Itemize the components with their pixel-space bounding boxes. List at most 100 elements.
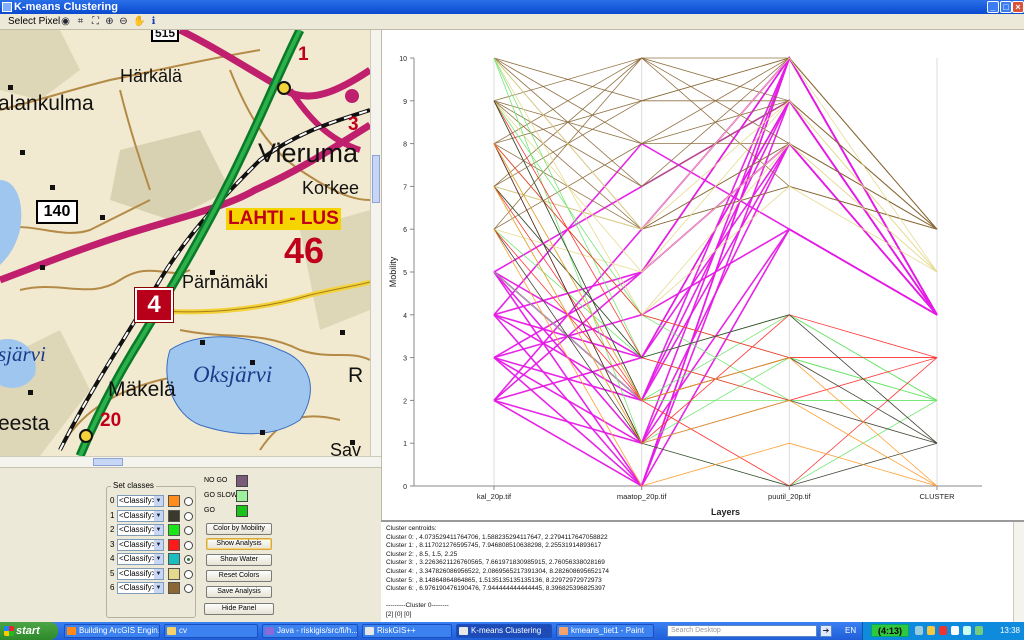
select-pixel-tool[interactable]: Select Pixel: [8, 16, 60, 27]
class-color-swatch[interactable]: [168, 538, 180, 551]
chart-series-line: [493, 228, 938, 401]
output-line: Cluster 2: , 8.5, 1.5, 2.25: [386, 550, 458, 558]
show-water-button[interactable]: Show Water: [206, 554, 272, 566]
class-color-swatch[interactable]: [168, 567, 180, 580]
taskbar-item[interactable]: Building ArcGIS Engin...: [64, 624, 160, 638]
class-color-swatch[interactable]: [168, 553, 180, 565]
control-panel: Set classes 0 <Classify> ▼ 1 <Classify> ▼ 2 <Cl…: [0, 467, 381, 622]
class-radio[interactable]: [184, 540, 193, 550]
chevron-down-icon[interactable]: ▼: [154, 510, 163, 521]
taskbar-item[interactable]: K-means Clustering: [456, 624, 552, 638]
tray-display-icon[interactable]: [963, 626, 971, 635]
class-select[interactable]: <Classify> ▼: [117, 509, 164, 522]
taskbar-item[interactable]: kmeans_tiet1 - Paint: [556, 624, 654, 638]
class-select-value: <Classify>: [119, 568, 157, 578]
output-vertical-scrollbar[interactable]: [1013, 522, 1024, 622]
map-vscroll-thumb[interactable]: [372, 155, 380, 203]
globe-icon[interactable]: ◉: [60, 16, 71, 27]
chevron-down-icon[interactable]: ▼: [154, 539, 163, 550]
output-line: [2] [0] [0]: [386, 611, 412, 618]
chart-y-tick-label: 8: [403, 142, 407, 149]
chevron-down-icon[interactable]: ▼: [154, 568, 163, 579]
tray-counter-badge[interactable]: (4:13): [871, 624, 909, 637]
chevron-down-icon[interactable]: ▼: [154, 525, 163, 535]
color-by-mobility-button[interactable]: Color by Mobility: [206, 523, 272, 535]
zoom-in-icon[interactable]: ⊕: [104, 16, 115, 27]
chart-y-tick-label: 5: [403, 270, 407, 277]
map-vertical-scrollbar[interactable]: [370, 30, 381, 456]
class-select-value: <Classify>: [119, 539, 157, 549]
search-go-icon[interactable]: ➔: [820, 625, 832, 637]
start-button[interactable]: start: [0, 622, 58, 640]
legend-swatch-go-slow[interactable]: [236, 490, 248, 502]
chevron-down-icon[interactable]: ▼: [154, 496, 163, 506]
language-indicator[interactable]: EN: [845, 626, 856, 635]
class-radio[interactable]: [184, 584, 193, 593]
tray-antivirus-icon[interactable]: [939, 626, 947, 635]
map-label-harkala: Härkälä: [120, 66, 183, 86]
tray-shield-icon[interactable]: [927, 626, 935, 635]
zoom-out-icon[interactable]: ⊖: [118, 16, 129, 27]
class-number: 5: [110, 568, 115, 578]
class-select[interactable]: <Classify> ▼: [117, 567, 164, 580]
output-text-area[interactable]: Cluster centroids: Cluster 0: , 4.0735294…: [381, 520, 1024, 622]
map-label-lahti: LAHTI - LUS: [226, 208, 341, 230]
map-label-oksjarvi: Oksjärvi: [193, 362, 273, 387]
chart-x-tick-label: puutil_20p.tif: [768, 492, 811, 501]
map-label-515: 515: [151, 30, 180, 42]
chart-y-tick-label: 0: [403, 484, 407, 491]
minimize-button[interactable]: _: [987, 1, 999, 13]
class-color-swatch[interactable]: [168, 582, 180, 594]
class-select[interactable]: <Classify> ▼: [117, 553, 164, 565]
class-color-swatch[interactable]: [168, 495, 180, 507]
full-extent-icon[interactable]: ⌗: [75, 16, 86, 27]
class-number: 3: [110, 539, 115, 549]
maximize-button[interactable]: □: [1000, 1, 1012, 13]
taskbar-item[interactable]: Java - riskigis/src/fi/h...: [262, 624, 358, 638]
output-line: Cluster 0: , 4.07352941176470​6, 1.58823…: [386, 533, 608, 541]
class-select[interactable]: <Classify> ▼: [117, 582, 164, 594]
reset-colors-button[interactable]: Reset Colors: [206, 570, 272, 582]
taskbar-item[interactable]: RiskGIS++: [362, 624, 452, 638]
close-button[interactable]: ×: [1012, 1, 1024, 13]
info-icon[interactable]: ℹ: [148, 16, 159, 27]
fixed-zoom-icon[interactable]: ⛶: [90, 16, 101, 27]
class-radio[interactable]: [184, 511, 193, 521]
class-select[interactable]: <Classify> ▼: [117, 524, 164, 536]
class-row: 4 <Classify> ▼: [107, 553, 197, 566]
map-horizontal-scrollbar[interactable]: [0, 456, 381, 467]
output-line: Cluster 3: , 3.2263621126760565, 7.66197…: [386, 559, 605, 567]
map-hscroll-thumb[interactable]: [93, 458, 123, 466]
class-radio[interactable]: [184, 555, 193, 564]
show-analysis-button[interactable]: Show Analysis: [206, 538, 272, 550]
window-title: K-means Clustering: [14, 1, 118, 13]
class-radio[interactable]: [184, 526, 193, 535]
search-desktop-input[interactable]: Search Desktop: [667, 625, 817, 637]
tray-network-icon[interactable]: [915, 626, 923, 635]
legend-label-go-slow: GO SLOW: [204, 492, 238, 499]
class-select[interactable]: <Classify> ▼: [117, 538, 164, 551]
tray-update-icon[interactable]: [975, 626, 983, 635]
class-color-swatch[interactable]: [168, 524, 180, 536]
legend-swatch-go[interactable]: [236, 505, 248, 517]
hide-panel-button[interactable]: Hide Panel: [204, 603, 274, 615]
tray-volume-icon[interactable]: [951, 626, 959, 635]
chevron-down-icon[interactable]: ▼: [154, 583, 163, 593]
class-select-value: <Classify>: [119, 554, 157, 563]
parallel-coordinates-chart: 0 1 2 3 4 5 6 7 8 9 10 kal_20p.tif maatop_20p.tif pu…: [388, 56, 982, 517]
map-view[interactable]: 515 Härkälä alankulma Vieruma Korkee LAH…: [0, 30, 370, 456]
chevron-down-icon[interactable]: ▼: [154, 554, 163, 564]
class-radio[interactable]: [184, 497, 193, 506]
taskbar-item[interactable]: cv: [164, 624, 258, 638]
class-color-swatch[interactable]: [168, 509, 180, 522]
legend-swatch-no-go[interactable]: [236, 475, 248, 487]
chart-x-axis-label: Layers: [711, 507, 740, 517]
class-radio[interactable]: [184, 569, 193, 579]
class-select-value: <Classify>: [119, 583, 157, 592]
save-analysis-button[interactable]: Save Analysis: [206, 586, 272, 598]
class-select[interactable]: <Classify> ▼: [117, 495, 164, 507]
pan-hand-icon[interactable]: ✋: [133, 16, 145, 27]
chart-y-tick-label: 1: [403, 441, 407, 448]
map-label-r: R: [348, 364, 364, 387]
chart-x-tick-label: CLUSTER: [919, 492, 955, 501]
